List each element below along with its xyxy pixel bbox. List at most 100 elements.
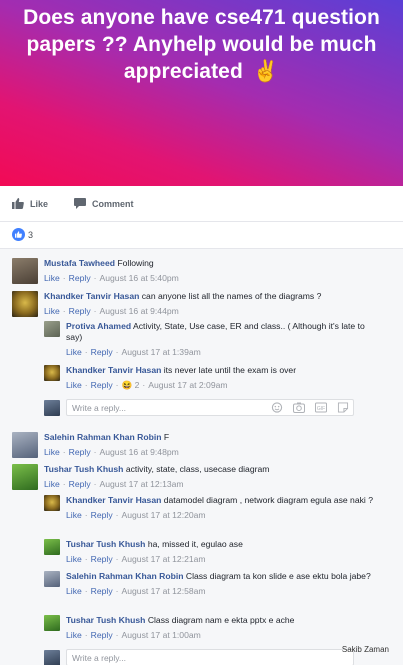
comment-meta: Like · Reply · August 16 at 5:40pm: [44, 273, 179, 283]
comment-timestamp[interactable]: August 17 at 12:13am: [100, 479, 184, 489]
avatar[interactable]: [12, 258, 38, 284]
comment-button[interactable]: Comment: [74, 198, 134, 209]
avatar[interactable]: [44, 365, 60, 381]
comment-meta: Like · Reply · August 17 at 12:13am: [44, 479, 184, 489]
comment-timestamp[interactable]: August 17 at 1:00am: [122, 630, 201, 640]
comment-like-link[interactable]: Like: [44, 306, 60, 316]
avatar: [44, 399, 60, 416]
like-reaction-icon: [12, 228, 25, 241]
comment-author[interactable]: Mustafa Tawheed: [44, 258, 115, 268]
post-text-content: Does anyone have cse471 question papers …: [23, 6, 380, 83]
avatar[interactable]: [44, 321, 60, 337]
comment-timestamp[interactable]: August 17 at 2:09am: [148, 380, 227, 390]
reactions-summary[interactable]: 3: [12, 228, 33, 241]
reply: Khandker Tanvir Hasan its never late unt…: [44, 365, 296, 391]
comment-label: Comment: [92, 198, 134, 209]
comment-timestamp[interactable]: August 16 at 5:40pm: [100, 273, 179, 283]
comment-author[interactable]: Protiva Ahamed: [66, 321, 131, 331]
comment-like-link[interactable]: Like: [66, 586, 82, 596]
avatar[interactable]: [12, 464, 38, 490]
comment-reply-link[interactable]: Reply: [91, 554, 113, 564]
watermark: Sakib Zaman: [341, 645, 389, 654]
emoji-icon[interactable]: [271, 402, 283, 413]
comment-icon: [74, 198, 87, 209]
comment-meta: Like · Reply · August 17 at 12:58am: [66, 586, 206, 596]
comment-reply-link[interactable]: Reply: [69, 306, 91, 316]
comment-reply-link[interactable]: Reply: [91, 630, 113, 640]
comment-reply-link[interactable]: Reply: [69, 479, 91, 489]
comment-like-link[interactable]: Like: [66, 554, 82, 564]
comment-reply-link[interactable]: Reply: [91, 510, 113, 520]
comment-timestamp[interactable]: August 16 at 9:44pm: [100, 306, 179, 316]
comment-reply-link[interactable]: Reply: [69, 447, 91, 457]
comment-like-link[interactable]: Like: [66, 510, 82, 520]
comment-meta: Like · Reply · August 16 at 9:48pm: [44, 447, 179, 457]
avatar[interactable]: [44, 615, 60, 631]
comment-timestamp[interactable]: August 16 at 9:48pm: [100, 447, 179, 457]
reply-placeholder: Write a reply...: [72, 402, 127, 413]
comment-like-link[interactable]: Like: [66, 630, 82, 640]
avatar[interactable]: [44, 539, 60, 555]
comment-author[interactable]: Tushar Tush Khush: [66, 539, 145, 549]
like-button[interactable]: Like: [12, 198, 48, 209]
post-text: Does anyone have cse471 question papers …: [17, 4, 387, 186]
like-label: Like: [30, 198, 49, 209]
reaction-count: 3: [28, 229, 34, 240]
comment-text: F: [163, 432, 170, 442]
comment-author[interactable]: Salehin Rahman Khan Robin: [44, 432, 161, 442]
reply: Khandker Tanvir Hasan datamodel diagram …: [44, 495, 384, 521]
comment-like-link[interactable]: Like: [44, 479, 60, 489]
gif-icon[interactable]: GIF: [315, 402, 327, 413]
comment-reply-link[interactable]: Reply: [91, 586, 113, 596]
camera-icon[interactable]: [293, 402, 305, 413]
comment-author[interactable]: Khandker Tanvir Hasan: [66, 365, 161, 375]
reply: Tushar Tush Khush ha, missed it, egulao …: [44, 539, 243, 565]
reply: Tushar Tush Khush Class diagram nam e ek…: [44, 615, 294, 641]
comment-meta: Like · Reply · August 17 at 1:39am: [66, 347, 201, 357]
comment-author[interactable]: Khandker Tanvir Hasan: [66, 495, 161, 505]
comment-timestamp[interactable]: August 17 at 1:39am: [122, 347, 201, 357]
comment-author[interactable]: Khandker Tanvir Hasan: [44, 291, 139, 301]
reaction-count[interactable]: 2: [135, 380, 140, 390]
comment-timestamp[interactable]: August 17 at 12:20am: [122, 510, 206, 520]
comment-like-link[interactable]: Like: [66, 347, 82, 357]
avatar[interactable]: [12, 291, 38, 317]
reply-input[interactable]: Write a reply... GIF: [66, 399, 354, 416]
reply-placeholder: Write a reply...: [72, 652, 127, 663]
avatar[interactable]: [44, 571, 60, 587]
comment-text: activity, state, class, usecase diagram: [125, 464, 270, 474]
comment: Khandker Tanvir Hasan can anyone list al…: [12, 291, 321, 317]
reply-composer: Write a reply...: [44, 649, 354, 665]
comment: Mustafa Tawheed Following Like · Reply · Aug…: [12, 258, 179, 284]
comment-timestamp[interactable]: August 17 at 12:58am: [122, 586, 206, 596]
reply-composer: Write a reply... GIF: [44, 399, 354, 416]
comment-text: Class diagram nam e ekta pptx e ache: [147, 615, 295, 625]
comment-author[interactable]: Tushar Tush Khush: [44, 464, 123, 474]
comment-meta: Like · Reply · August 17 at 12:20am: [66, 510, 206, 520]
comment-text: Class diagram ta kon slide e ase ektu bo…: [185, 571, 371, 581]
post-actions: Like Comment: [0, 186, 403, 222]
comment-reply-link[interactable]: Reply: [91, 380, 113, 390]
comment: Salehin Rahman Khan Robin F Like · Reply · A…: [12, 432, 179, 458]
comment-text: its never late until the exam is over: [163, 365, 297, 375]
comment-like-link[interactable]: Like: [44, 273, 60, 283]
avatar[interactable]: [12, 432, 38, 458]
comment-timestamp[interactable]: August 17 at 12:21am: [122, 554, 206, 564]
reply-tools: GIF: [261, 402, 349, 413]
comment-text: can anyone list all the names of the dia…: [141, 291, 322, 301]
reply: Salehin Rahman Khan Robin Class diagram …: [44, 571, 384, 597]
reply-input[interactable]: Write a reply...: [66, 649, 354, 665]
comment-author[interactable]: Salehin Rahman Khan Robin: [66, 571, 183, 581]
comment-author[interactable]: Tushar Tush Khush: [66, 615, 145, 625]
comment-reply-link[interactable]: Reply: [91, 347, 113, 357]
comment-like-link[interactable]: Like: [44, 447, 60, 457]
avatar[interactable]: [44, 495, 60, 511]
svg-text:GIF: GIF: [317, 406, 325, 412]
comment-reply-link[interactable]: Reply: [69, 273, 91, 283]
comment-like-link[interactable]: Like: [66, 380, 82, 390]
comment: Tushar Tush Khush activity, state, class…: [12, 464, 269, 490]
post-banner: Does anyone have cse471 question papers …: [0, 0, 403, 186]
comment-text: ha, missed it, egulao ase: [147, 539, 243, 549]
haha-reaction-icon[interactable]: 😆: [122, 380, 133, 390]
sticker-icon[interactable]: [337, 402, 349, 413]
